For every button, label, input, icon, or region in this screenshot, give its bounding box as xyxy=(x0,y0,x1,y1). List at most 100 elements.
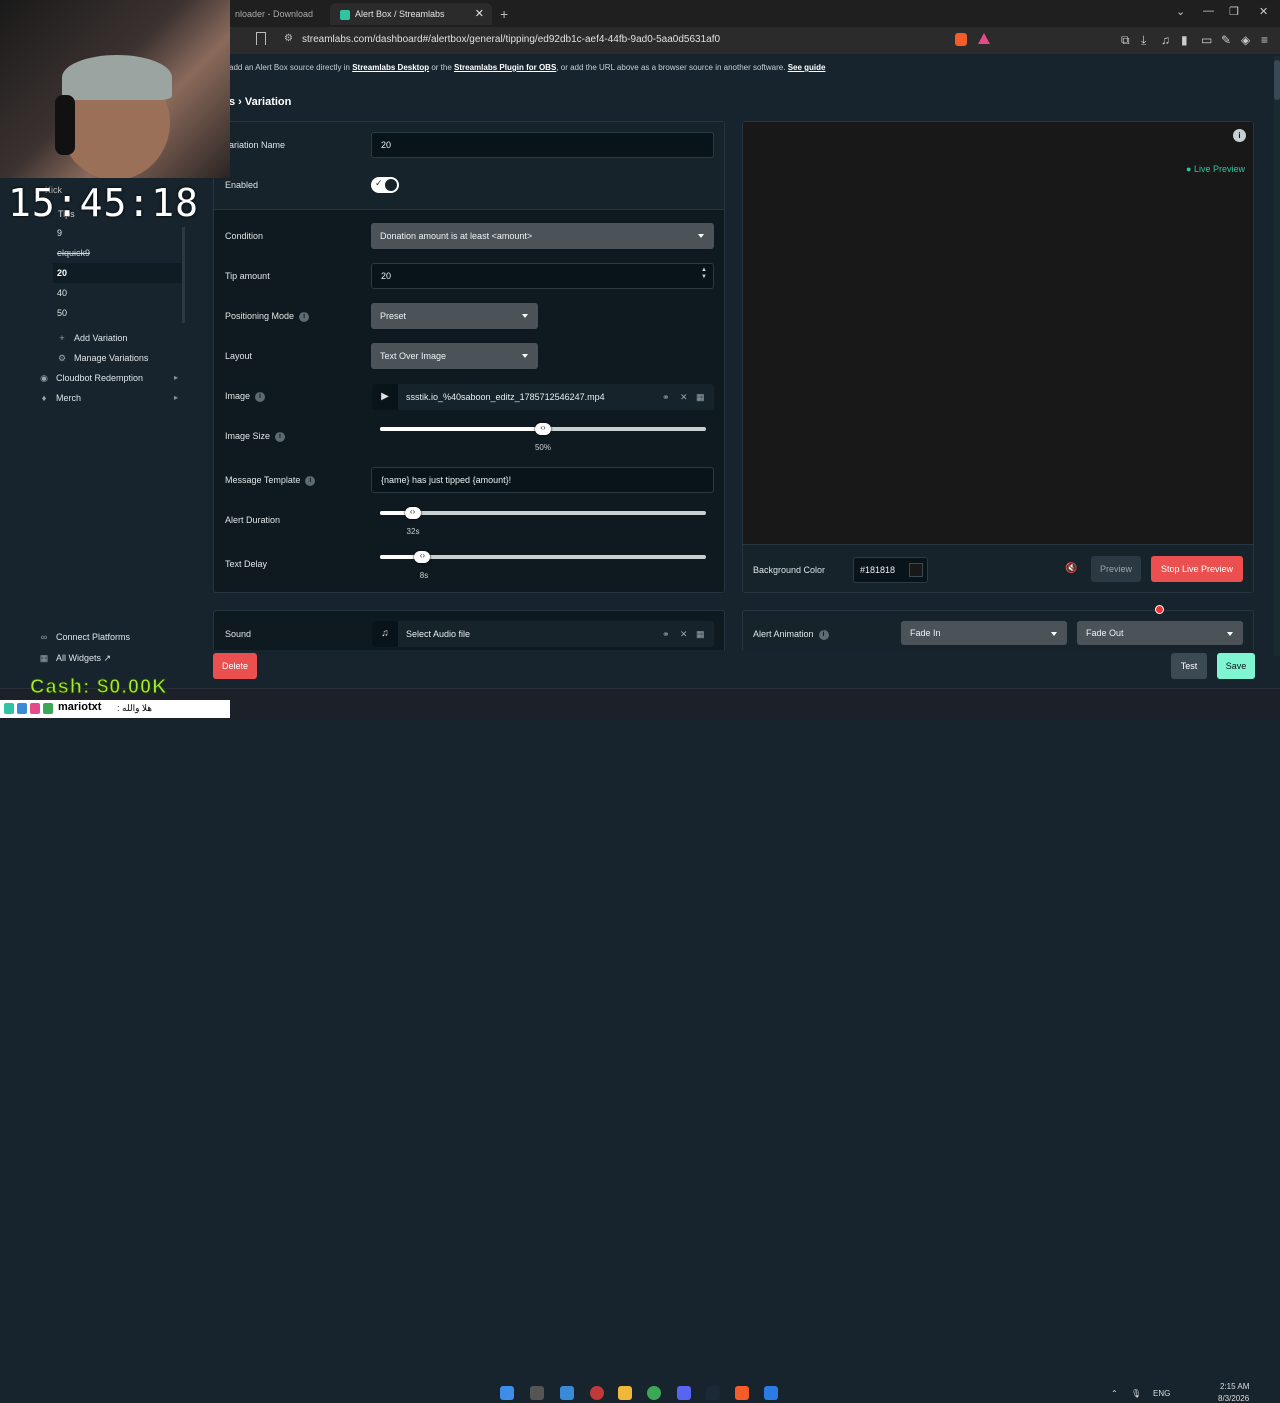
streamlabs-desktop-link[interactable]: Streamlabs Desktop xyxy=(352,63,429,72)
manage-variations-link[interactable]: ⚙ Manage Variations xyxy=(56,353,148,364)
number-stepper-icon[interactable]: ▲ ▼ xyxy=(701,267,707,281)
tray-chevron-icon[interactable]: ⌃ xyxy=(1111,1389,1118,1398)
color-swatch[interactable] xyxy=(909,563,923,577)
positioning-mode-select[interactable]: Preset xyxy=(371,303,538,329)
background-color-input[interactable]: #181818 xyxy=(853,557,928,583)
message-template-input[interactable]: {name} has just tipped {amount}! xyxy=(371,467,714,493)
tab-tiktok-downloader[interactable]: nloader - Download TikTo xyxy=(225,3,330,41)
clear-icon[interactable]: ✕ xyxy=(680,384,688,410)
bookmark-icon[interactable] xyxy=(256,32,266,45)
image-size-slider[interactable] xyxy=(380,422,706,435)
mute-icon[interactable]: 🔇 xyxy=(1065,563,1077,574)
condition-select[interactable]: Donation amount is at least <amount> xyxy=(371,223,714,249)
close-window-button[interactable]: ✕ xyxy=(1259,5,1268,18)
info-icon[interactable]: i xyxy=(299,311,310,322)
leo-icon[interactable]: ✎ xyxy=(1221,33,1231,47)
check-icon: ✓ xyxy=(375,178,383,188)
wallet-icon[interactable]: ▭ xyxy=(1201,33,1212,47)
text-delay-slider[interactable] xyxy=(380,550,706,563)
microphone-icon[interactable]: 🎙 xyxy=(1131,1389,1141,1398)
save-button[interactable]: Save xyxy=(1217,653,1255,679)
variation-item-elquick9[interactable]: elquick9 xyxy=(53,243,185,263)
info-icon[interactable]: i xyxy=(1233,129,1246,142)
start-icon[interactable] xyxy=(500,1386,514,1400)
brave-icon[interactable] xyxy=(735,1386,749,1400)
image-file-picker[interactable]: ▶ ssstik.io_%40saboon_editz_178571254624… xyxy=(372,384,714,410)
image-size-label: Image Size i xyxy=(225,431,286,442)
sound-file-picker[interactable]: ♫ Select Audio file ⚭ ✕ ▦ xyxy=(372,621,714,647)
layout-label: Layout xyxy=(225,351,253,361)
app-icon[interactable] xyxy=(764,1386,778,1400)
page-scrollbar-thumb[interactable] xyxy=(1274,60,1280,100)
menu-icon[interactable]: ≡ xyxy=(1261,33,1268,47)
page-scrollbar[interactable] xyxy=(1274,56,1280,656)
slider-handle[interactable] xyxy=(414,550,431,563)
variation-name-input[interactable]: 20 xyxy=(371,132,714,158)
brave-rewards-icon[interactable] xyxy=(978,33,990,44)
test-button[interactable]: Test xyxy=(1171,653,1207,679)
search-icon[interactable] xyxy=(530,1386,544,1400)
alert-duration-label: Alert Duration xyxy=(225,515,281,525)
download-icon[interactable]: ⤓ xyxy=(1141,33,1146,48)
gallery-icon[interactable]: ▦ xyxy=(696,384,705,410)
animation-in-select[interactable]: Fade In xyxy=(901,621,1067,645)
clear-icon[interactable]: ✕ xyxy=(680,621,688,647)
info-icon[interactable]: i xyxy=(275,431,286,442)
see-guide-link[interactable]: See guide xyxy=(788,63,826,72)
widgets-icon[interactable] xyxy=(560,1386,574,1400)
variation-item-9[interactable]: 9 xyxy=(53,223,185,243)
extensions-icon[interactable]: ⧉ xyxy=(1121,33,1130,48)
tip-amount-input[interactable]: 20 ▲ ▼ xyxy=(371,263,714,289)
site-info-icon[interactable]: ⚙ xyxy=(284,33,293,44)
info-icon[interactable]: i xyxy=(255,391,266,402)
link-icon[interactable]: ⚭ xyxy=(662,621,670,647)
obs-plugin-link[interactable]: Streamlabs Plugin for OBS xyxy=(454,63,556,72)
music-icon[interactable]: ♫ xyxy=(1161,33,1170,47)
external-link-icon: ↗ xyxy=(103,653,112,663)
vpn-icon[interactable]: ◈ xyxy=(1241,33,1250,47)
info-icon[interactable]: i xyxy=(818,629,829,640)
animation-in-value: Fade In xyxy=(910,628,941,638)
delete-button[interactable]: Delete xyxy=(213,653,257,679)
stop-live-preview-button[interactable]: Stop Live Preview xyxy=(1151,556,1243,582)
brave-shield-icon[interactable] xyxy=(955,33,967,46)
steam-icon[interactable] xyxy=(706,1386,720,1400)
variation-item-20[interactable]: 20 xyxy=(53,263,185,283)
add-variation-link[interactable]: + Add Variation xyxy=(56,333,127,343)
slider-handle[interactable] xyxy=(404,506,421,519)
sidebar-item-merch[interactable]: ♦ Merch ▸ xyxy=(38,393,178,403)
sidebar-item-cloudbot[interactable]: ◉ Cloudbot Redemption ▸ xyxy=(38,373,178,384)
grid-icon: ▦ xyxy=(39,653,49,663)
close-tab-icon[interactable]: ✕ xyxy=(475,3,484,25)
obs-icon[interactable] xyxy=(590,1386,604,1400)
alert-duration-slider[interactable] xyxy=(380,506,706,519)
info-icon[interactable]: i xyxy=(305,475,316,486)
layout-select[interactable]: Text Over Image xyxy=(371,343,538,369)
link-icon[interactable]: ⚭ xyxy=(662,384,670,410)
tab-search-icon[interactable]: ⌄ xyxy=(1176,5,1185,18)
language-indicator[interactable]: ENG xyxy=(1153,1389,1170,1398)
minimize-button[interactable]: — xyxy=(1203,5,1214,17)
connect-platforms-link[interactable]: ∞ Connect Platforms xyxy=(38,632,130,642)
sidebar-toggle-icon[interactable]: ▮ xyxy=(1181,33,1188,47)
slider-handle[interactable] xyxy=(535,422,551,435)
animation-out-select[interactable]: Fade Out xyxy=(1077,621,1243,645)
taskbar-time[interactable]: 2:15 AM xyxy=(1220,1382,1249,1391)
chevron-down-icon xyxy=(1051,632,1057,636)
gallery-icon[interactable]: ▦ xyxy=(696,621,705,647)
all-widgets-link[interactable]: ▦ All Widgets ↗ xyxy=(38,653,111,664)
taskbar-date[interactable]: 8/3/2026 xyxy=(1218,1394,1249,1403)
discord-icon[interactable] xyxy=(677,1386,691,1400)
preview-button[interactable]: Preview xyxy=(1091,556,1141,582)
tab-alert-box[interactable]: Alert Box / Streamlabs ✕ xyxy=(330,3,492,25)
variation-item-50[interactable]: 50 xyxy=(53,303,185,323)
variation-list-scrollbar[interactable] xyxy=(182,227,185,323)
file-explorer-icon[interactable] xyxy=(618,1386,632,1400)
url-field[interactable]: streamlabs.com/dashboard#/alertbox/gener… xyxy=(302,34,720,45)
new-tab-button[interactable]: + xyxy=(500,3,508,25)
background-color-label: Background Color xyxy=(753,565,826,575)
chrome-icon[interactable] xyxy=(647,1386,661,1400)
alert-animation-label: Alert Animation i xyxy=(753,629,829,640)
variation-item-40[interactable]: 40 xyxy=(53,283,185,303)
maximize-button[interactable]: ❐ xyxy=(1229,5,1239,18)
